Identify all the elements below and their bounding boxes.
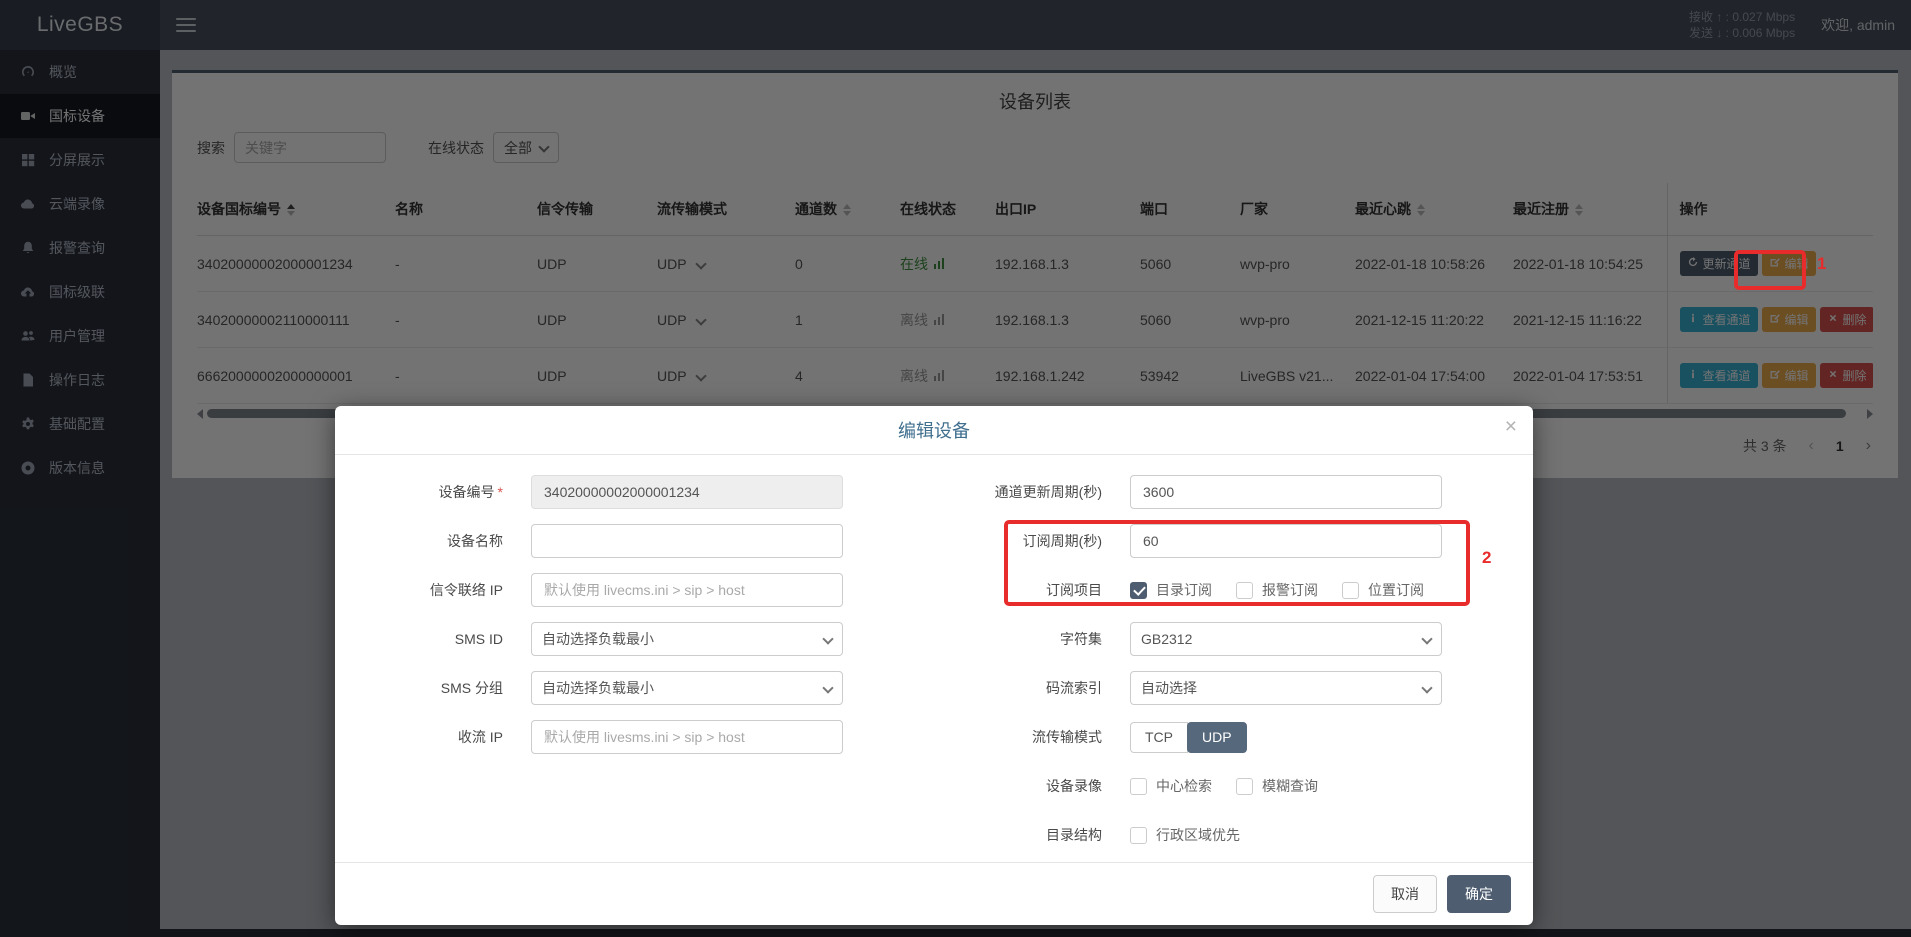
form-row-设备编号: 设备编号*	[335, 475, 934, 509]
field-label: SMS 分组	[335, 678, 531, 698]
modal-title: 编辑设备	[898, 417, 970, 443]
field-label: 设备编号*	[335, 482, 531, 502]
form-row-流传输模式: 流传输模式TCPUDP	[934, 720, 1533, 754]
checkbox[interactable]	[1236, 778, 1253, 795]
checkbox-label: 中心检索	[1156, 776, 1212, 796]
field-select-字符集[interactable]: GB2312	[1130, 622, 1442, 656]
field-label: 字符集	[934, 629, 1130, 649]
checkbox-group: 行政区域优先	[1130, 825, 1255, 845]
edit-device-modal: 编辑设备 × 设备编号*设备名称信令联络 IPSMS ID自动选择负载最小SMS…	[335, 406, 1533, 925]
modal-header: 编辑设备 ×	[335, 406, 1533, 455]
field-label: 设备录像	[934, 776, 1130, 796]
form-row-信令联络 IP: 信令联络 IP	[335, 573, 934, 607]
field-select-码流索引[interactable]: 自动选择	[1130, 671, 1442, 705]
checkbox-option-中心检索[interactable]: 中心检索	[1130, 776, 1212, 796]
checkbox-group: 中心检索 模糊查询	[1130, 776, 1333, 796]
checkbox[interactable]	[1130, 827, 1147, 844]
field-label: 设备名称	[335, 531, 531, 551]
stream-mode-toggle: TCPUDP	[1130, 722, 1247, 753]
modal-left-column: 设备编号*设备名称信令联络 IPSMS ID自动选择负载最小SMS 分组自动选择…	[335, 475, 934, 867]
field-label: 流传输模式	[934, 727, 1130, 747]
form-row-SMS 分组: SMS 分组自动选择负载最小	[335, 671, 934, 705]
checkbox-option-模糊查询[interactable]: 模糊查询	[1236, 776, 1318, 796]
annotation-label-1: 1	[1817, 254, 1826, 274]
field-label: SMS ID	[335, 631, 531, 647]
form-row-收流 IP: 收流 IP	[335, 720, 934, 754]
checkbox-option-行政区域优先[interactable]: 行政区域优先	[1130, 825, 1240, 845]
annotation-box-2	[1004, 520, 1470, 606]
chevron-down-icon	[822, 633, 833, 644]
chevron-down-icon	[1421, 633, 1432, 644]
form-row-通道更新周期(秒): 通道更新周期(秒)	[934, 475, 1533, 509]
form-row-设备录像: 设备录像 中心检索 模糊查询	[934, 769, 1533, 803]
form-row-目录结构: 目录结构 行政区域优先	[934, 818, 1533, 852]
app-root: LiveGBS 概览国标设备分屏展示云端录像报警查询国标级联用户管理操作日志基础…	[0, 0, 1911, 937]
field-input-通道更新周期(秒)[interactable]	[1130, 475, 1442, 509]
cancel-button[interactable]: 取消	[1373, 875, 1437, 913]
checkbox[interactable]	[1130, 778, 1147, 795]
field-input-设备名称[interactable]	[531, 524, 843, 558]
modal-footer: 取消 确定	[335, 862, 1533, 925]
annotation-box-1	[1734, 250, 1806, 290]
close-icon[interactable]: ×	[1505, 416, 1517, 437]
checkbox-label: 行政区域优先	[1156, 825, 1240, 845]
ok-button[interactable]: 确定	[1447, 875, 1511, 913]
form-row-码流索引: 码流索引自动选择	[934, 671, 1533, 705]
chevron-down-icon	[822, 682, 833, 693]
form-row-设备名称: 设备名称	[335, 524, 934, 558]
field-label: 信令联络 IP	[335, 580, 531, 600]
modal-body: 设备编号*设备名称信令联络 IPSMS ID自动选择负载最小SMS 分组自动选择…	[335, 455, 1533, 867]
annotation-label-2: 2	[1482, 548, 1491, 568]
toggle-UDP-button[interactable]: UDP	[1187, 722, 1247, 753]
field-label: 目录结构	[934, 825, 1130, 845]
form-row-SMS ID: SMS ID自动选择负载最小	[335, 622, 934, 656]
field-input-设备编号[interactable]	[531, 475, 843, 509]
toggle-TCP-button[interactable]: TCP	[1130, 722, 1188, 753]
field-label: 码流索引	[934, 678, 1130, 698]
checkbox-label: 模糊查询	[1262, 776, 1318, 796]
field-select-SMS ID[interactable]: 自动选择负载最小	[531, 622, 843, 656]
form-row-字符集: 字符集GB2312	[934, 622, 1533, 656]
field-label: 收流 IP	[335, 727, 531, 747]
field-input-信令联络 IP[interactable]	[531, 573, 843, 607]
field-input-收流 IP[interactable]	[531, 720, 843, 754]
required-asterisk: *	[498, 484, 503, 500]
field-select-SMS 分组[interactable]: 自动选择负载最小	[531, 671, 843, 705]
field-label: 通道更新周期(秒)	[934, 482, 1130, 502]
chevron-down-icon	[1421, 682, 1432, 693]
